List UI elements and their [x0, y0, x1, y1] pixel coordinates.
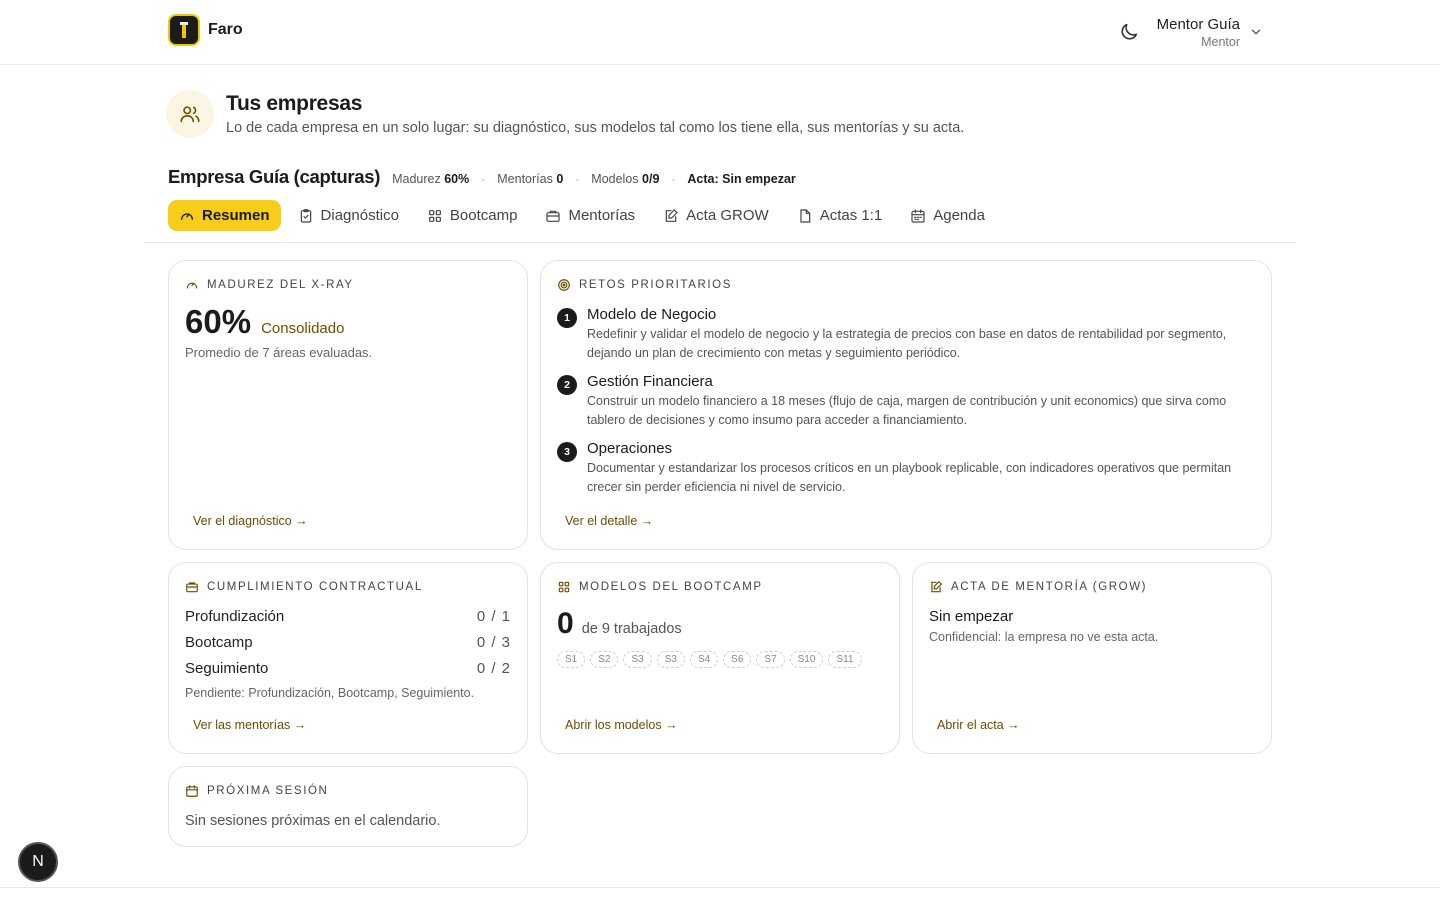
- ver-detalle-link[interactable]: Ver el detalle →: [565, 514, 653, 528]
- user-role: Mentor: [1201, 35, 1240, 49]
- top-bar: Faro Mentor Guía Mentor: [0, 0, 1440, 65]
- cumplimiento-pending: Pendiente: Profundización, Bootcamp, Seg…: [185, 686, 475, 700]
- page-title: Tus empresas: [226, 92, 363, 115]
- reto-desc: Documentar y estandarizar los procesos c…: [587, 461, 1232, 494]
- madurez-status: Consolidado: [261, 320, 345, 337]
- session-chip[interactable]: S1: [557, 651, 586, 668]
- madurez-note: Promedio de 7 áreas evaluadas.: [185, 345, 373, 360]
- tab-bootcamp[interactable]: Bootcamp: [416, 200, 529, 231]
- tab-actas-1-1[interactable]: Actas 1:1: [786, 200, 894, 231]
- session-chips: S1 S2 S3 S3 S4 S6 S7 S10 S11: [557, 651, 862, 668]
- chevron-down-icon[interactable]: [1249, 25, 1263, 39]
- reto-item: 1 Modelo de Negocio Redefinir y validar …: [557, 306, 1252, 363]
- acta-note: Confidencial: la empresa no ve esta acta…: [929, 630, 1159, 644]
- reto-item: 2 Gestión Financiera Construir un modelo…: [557, 373, 1252, 430]
- cumplimiento-row: Bootcamp 0 / 3: [185, 634, 511, 651]
- company-name: Empresa Guía (capturas): [168, 166, 381, 187]
- meta-separator: ·: [481, 172, 486, 186]
- card-proxima-sesion: PRÓXIMA SESIÓN Sin sesiones próximas en …: [168, 766, 528, 847]
- gauge-icon: [181, 212, 193, 220]
- tab-diagnostico[interactable]: Diagnóstico: [287, 200, 410, 231]
- card-retos: RETOS PRIORITARIOS 1 Modelo de Negocio R…: [540, 260, 1272, 550]
- edit-icon: [931, 580, 943, 593]
- reto-title: Gestión Financiera: [587, 373, 713, 390]
- grid-icon: [558, 581, 570, 593]
- session-chip[interactable]: S2: [590, 651, 619, 668]
- abrir-acta-link[interactable]: Abrir el acta →: [937, 718, 1020, 732]
- tab-mentorias[interactable]: Mentorías: [534, 200, 646, 231]
- reto-number: 3: [557, 442, 577, 462]
- session-chip[interactable]: S10: [789, 651, 824, 668]
- user-menu[interactable]: Mentor Guía Mentor: [1157, 15, 1240, 50]
- clipboard-check-icon: [300, 208, 311, 223]
- company-summary: Empresa Guía (capturas) Madurez 60% · Me…: [168, 166, 796, 188]
- session-chip[interactable]: S6: [723, 651, 752, 668]
- reto-number: 2: [557, 375, 577, 395]
- session-chip[interactable]: S7: [756, 651, 785, 668]
- abrir-modelos-link[interactable]: Abrir los modelos →: [565, 718, 678, 732]
- tab-acta-grow[interactable]: Acta GROW: [652, 200, 780, 231]
- reto-desc: Redefinir y validar el modelo de negocio…: [587, 327, 1227, 360]
- card-label: CUMPLIMIENTO CONTRACTUAL: [185, 580, 423, 594]
- tab-agenda[interactable]: Agenda: [899, 200, 996, 231]
- user-name: Mentor Guía: [1156, 16, 1240, 33]
- card-label: MODELOS DEL BOOTCAMP: [557, 580, 763, 594]
- reto-number: 1: [557, 308, 577, 328]
- cumplimiento-row: Seguimiento 0 / 2: [185, 660, 511, 677]
- calendar-icon: [911, 208, 925, 223]
- madurez-value: 60%: [185, 303, 252, 340]
- briefcase-icon: [546, 210, 561, 222]
- session-chip[interactable]: S3: [656, 651, 685, 668]
- meta-separator: ·: [671, 172, 676, 186]
- dark-mode-toggle[interactable]: [1118, 21, 1140, 43]
- target-icon: [558, 279, 570, 291]
- briefcase-icon: [186, 582, 198, 593]
- card-modelos: MODELOS DEL BOOTCAMP 0 de 9 trabajados S…: [540, 562, 900, 754]
- footer-divider: [0, 887, 1440, 888]
- ver-mentorias-link[interactable]: Ver las mentorías →: [193, 718, 306, 732]
- reto-desc: Construir un modelo financiero a 18 mese…: [587, 394, 1227, 427]
- card-madurez: MADUREZ DEL X-RAY 60% Consolidado Promed…: [168, 260, 528, 550]
- card-label: PRÓXIMA SESIÓN: [185, 784, 328, 798]
- session-chip[interactable]: S4: [689, 651, 719, 668]
- page-header: Tus empresas Lo de cada empresa en un so…: [166, 90, 964, 138]
- session-chip[interactable]: S3: [623, 651, 652, 668]
- session-chip[interactable]: S11: [828, 651, 862, 668]
- card-cumplimiento: CUMPLIMIENTO CONTRACTUAL Profundización …: [168, 562, 528, 754]
- acta-status: Sin empezar: [929, 608, 1014, 625]
- moon-icon: [1121, 23, 1138, 40]
- tab-resumen[interactable]: Resumen: [168, 200, 281, 231]
- modelos-of-text: de 9 trabajados: [581, 621, 682, 637]
- proxima-note: Sin sesiones próximas en el calendario.: [185, 813, 441, 829]
- modelos-count: 0: [557, 607, 574, 640]
- meta-separator: ·: [575, 172, 580, 186]
- calendar-icon: [186, 785, 198, 797]
- brand[interactable]: Faro: [168, 14, 243, 46]
- gauge-icon: [186, 282, 198, 289]
- edit-icon: [665, 208, 679, 222]
- file-icon: [800, 208, 810, 223]
- app-name: Faro: [208, 21, 243, 38]
- card-label: MADUREZ DEL X-RAY: [185, 278, 354, 292]
- meta-mentorias: Mentorías 0: [497, 172, 564, 186]
- meta-modelos: Modelos 0/9: [591, 172, 660, 186]
- card-label: ACTA DE MENTORÍA (GROW): [929, 580, 1147, 594]
- reto-title: Modelo de Negocio: [587, 306, 717, 323]
- meta-acta: Acta: Sin empezar: [687, 172, 796, 186]
- reto-item: 3 Operaciones Documentar y estandarizar …: [557, 440, 1252, 497]
- tab-bar: Resumen Diagnóstico Bootcamp Mentorías A…: [168, 200, 1002, 231]
- cumplimiento-row: Profundización 0 / 1: [185, 608, 511, 625]
- ver-diagnostico-link[interactable]: Ver el diagnóstico →: [193, 514, 308, 528]
- card-label: RETOS PRIORITARIOS: [557, 278, 732, 292]
- reto-title: Operaciones: [587, 440, 673, 457]
- tabs-divider: [144, 242, 1296, 243]
- meta-madurez: Madurez 60%: [392, 172, 470, 186]
- card-acta: ACTA DE MENTORÍA (GROW) Sin empezar Conf…: [912, 562, 1272, 754]
- users-icon: [166, 90, 214, 138]
- faro-logo-icon: [168, 14, 200, 46]
- floating-avatar-button[interactable]: N: [18, 842, 58, 882]
- grid-icon: [428, 209, 441, 222]
- page-subtitle: Lo de cada empresa en un solo lugar: su …: [226, 120, 965, 136]
